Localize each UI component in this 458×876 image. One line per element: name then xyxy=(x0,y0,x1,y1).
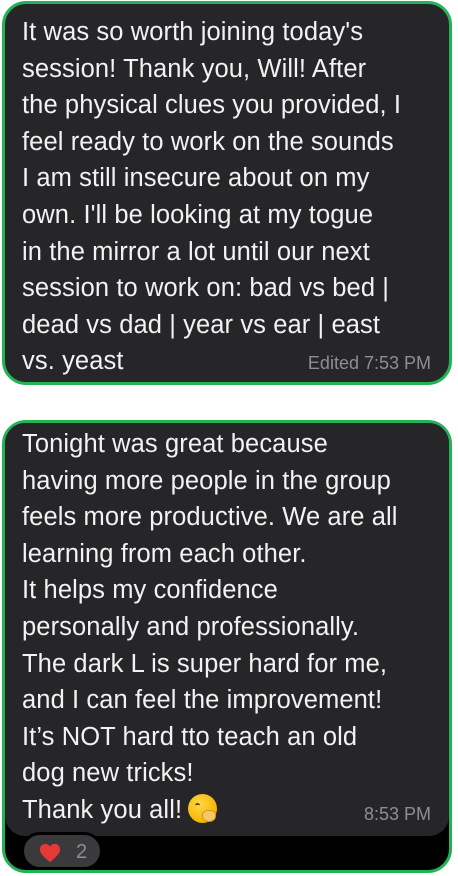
message-body: Tonight was great because having more pe… xyxy=(5,423,449,836)
message-bubble-2[interactable]: Tonight was great because having more pe… xyxy=(2,420,452,873)
message-text: It was so worth joining today's session!… xyxy=(22,18,402,376)
reaction-badge[interactable]: 2 xyxy=(21,832,103,870)
reaction-count: 2 xyxy=(76,841,88,863)
message-timestamp: Edited 7:53 PM xyxy=(307,353,431,373)
message-text-content: Tonight was great because having more pe… xyxy=(22,430,398,824)
hand-over-mouth-emoji-icon xyxy=(188,793,218,823)
heart-icon xyxy=(39,843,61,863)
message-timestamp: 8:53 PM xyxy=(363,804,431,824)
message-bubble-1[interactable]: It was so worth joining today's session!… xyxy=(2,1,452,385)
message-text: Tonight was great because having more pe… xyxy=(22,426,437,829)
